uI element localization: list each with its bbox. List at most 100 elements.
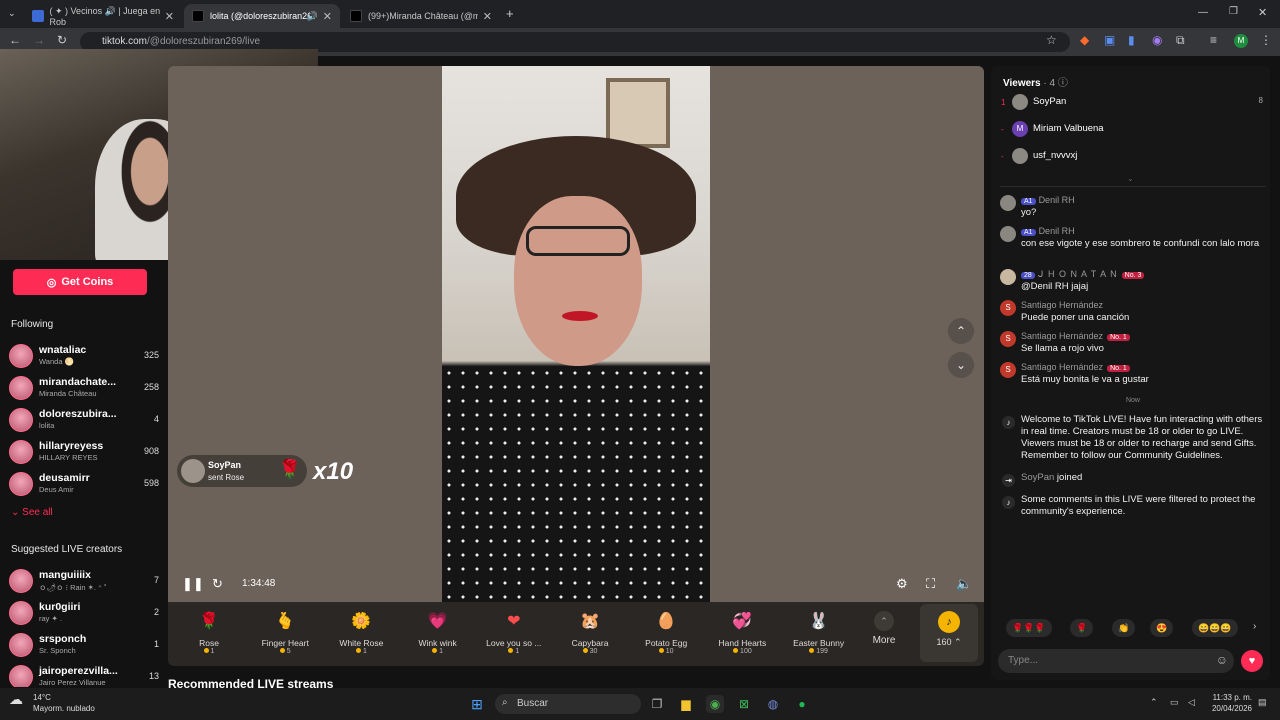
- comment-user[interactable]: ᒍ H O N A T A N: [1038, 269, 1118, 279]
- refresh-icon[interactable]: ↻: [212, 576, 223, 592]
- quick-reaction[interactable]: 😄😄😄: [1192, 619, 1238, 637]
- translate-icon[interactable]: ▣: [1104, 33, 1115, 47]
- following-item[interactable]: mirandachate... Miranda Château 258: [9, 374, 159, 404]
- close-icon[interactable]: ✕: [483, 10, 492, 23]
- comment-user[interactable]: Denil RH: [1039, 226, 1075, 236]
- task-view-icon[interactable]: ❐: [648, 695, 666, 713]
- live-video[interactable]: [442, 66, 710, 602]
- joined-user[interactable]: SoyPan: [1021, 472, 1054, 483]
- quick-reaction[interactable]: 🌹: [1070, 619, 1094, 637]
- coin-balance-button[interactable]: ♪ 160 ⌃: [920, 604, 978, 662]
- profile-avatar[interactable]: M: [1234, 34, 1248, 48]
- following-item[interactable]: doloreszubira... lolita 4: [9, 406, 159, 436]
- suggested-item[interactable]: kur0giiri ray ✦ . 2: [9, 599, 159, 629]
- previous-live-button[interactable]: ⌃: [948, 318, 974, 344]
- following-name: deusamirr: [39, 472, 90, 484]
- quick-reaction[interactable]: 🌹🌹🌹: [1006, 619, 1052, 637]
- bookmark-star-icon[interactable]: ☆: [1046, 33, 1057, 47]
- following-item[interactable]: deusamirr Deus Amir 598: [9, 470, 159, 500]
- menu-kebab-icon[interactable]: ⋮: [1260, 33, 1272, 47]
- see-all-link[interactable]: ⌄ See all: [11, 507, 53, 518]
- gift-item[interactable]: 🌼 White Rose 1: [324, 606, 398, 662]
- expand-viewers-icon[interactable]: ⌄: [1127, 174, 1134, 183]
- viewer-count: 1: [153, 639, 159, 649]
- chevron-right-icon[interactable]: ›: [1253, 621, 1256, 632]
- suggested-item[interactable]: manguiiiix ｏ🌶ｏ ⁝ Rain ✶. ⁺ ˚ 7: [9, 567, 159, 597]
- xbox-icon[interactable]: ⊠: [735, 695, 753, 713]
- viewer-row[interactable]: 1 SoyPan 8: [999, 94, 1267, 116]
- like-button[interactable]: ♥: [1241, 650, 1263, 672]
- settings-icon[interactable]: ⚙: [896, 576, 908, 592]
- following-item[interactable]: hillaryreyess HILLARY REYES 908: [9, 438, 159, 468]
- close-icon[interactable]: ✕: [323, 10, 332, 23]
- restore-icon[interactable]: ❐: [1229, 6, 1238, 17]
- gift-icon: 🫰: [275, 613, 296, 630]
- next-live-button[interactable]: ⌄: [948, 352, 974, 378]
- suggested-item[interactable]: jairoperezvilla... Jairo Perez Villanue …: [9, 663, 159, 687]
- gift-item[interactable]: 🐹 Capybara 30: [553, 606, 627, 662]
- get-coins-button[interactable]: ◎ Get Coins: [13, 269, 147, 295]
- clock-date: 20/04/2026: [1211, 704, 1252, 713]
- gift-item[interactable]: 🐰 Easter Bunny 199: [782, 606, 856, 662]
- clock-time: 11:33 p. m.: [1212, 693, 1252, 702]
- viewer-row[interactable]: - usf_nvvvxj: [999, 148, 1267, 170]
- avatar: [9, 376, 33, 400]
- speaker-icon[interactable]: 🔊: [307, 11, 318, 22]
- polka-dot-shirt: [442, 366, 710, 602]
- pause-icon[interactable]: ❚❚: [182, 576, 204, 592]
- discord-icon[interactable]: ◍: [764, 695, 782, 713]
- extension-icon[interactable]: ▮: [1128, 33, 1135, 47]
- tab-miranda[interactable]: (99+)Miranda Château (@mira ✕: [342, 4, 500, 28]
- taskbar-search[interactable]: ⌕ Buscar: [495, 694, 641, 714]
- suggested-item[interactable]: srsponch Sr. Sponch 1: [9, 631, 159, 661]
- new-tab-button[interactable]: +: [506, 6, 514, 21]
- volume-icon[interactable]: 🔈: [956, 576, 972, 592]
- minimize-icon[interactable]: —: [1198, 7, 1208, 18]
- gift-item[interactable]: 🌹 Rose 1: [172, 606, 246, 662]
- comment-user[interactable]: Denil RH: [1039, 195, 1075, 205]
- info-icon[interactable]: ⓘ: [1058, 78, 1068, 89]
- show-hidden-icons[interactable]: ⌃: [1150, 697, 1158, 708]
- gift-item[interactable]: 💞 Hand Hearts 100: [705, 606, 779, 662]
- comment-text: con ese vigote y ese sombrero te confund…: [1021, 238, 1260, 249]
- notifications-icon[interactable]: ▤: [1258, 697, 1267, 708]
- gift-item[interactable]: 🫰 Finger Heart 5: [248, 606, 322, 662]
- tab-lolita[interactable]: lolita (@doloreszubiran269) 🔊 ✕: [184, 4, 340, 28]
- weather-widget[interactable]: ☁ 14°C Mayorm. nublado: [9, 692, 95, 714]
- media-icon[interactable]: ≡: [1210, 33, 1217, 47]
- window-close-icon[interactable]: ✕: [1258, 6, 1267, 19]
- volume-icon[interactable]: ◁: [1188, 697, 1195, 708]
- following-item[interactable]: wnataliac Wanda 🌕 325: [9, 342, 159, 372]
- quick-reaction[interactable]: 👏: [1112, 619, 1136, 637]
- gift-item[interactable]: ❤ Love you so ... 1: [477, 606, 551, 662]
- tab-search-icon[interactable]: ⌄: [8, 8, 16, 19]
- forward-icon[interactable]: →: [33, 33, 45, 47]
- close-icon[interactable]: ✕: [165, 10, 174, 23]
- network-icon[interactable]: ▭: [1170, 697, 1179, 708]
- chat-comment: 28 ᒍ H O N A T A N No. 3 @Denil RH jajaj: [1000, 269, 1266, 295]
- reload-icon[interactable]: ↻: [57, 33, 67, 47]
- tiktok-icon: ♪: [1002, 416, 1015, 429]
- chrome-icon[interactable]: ◉: [706, 695, 724, 713]
- more-gifts-button[interactable]: ⌃ More: [866, 606, 902, 662]
- gift-item[interactable]: 💗 Wink wink 1: [401, 606, 475, 662]
- tab-vecinos[interactable]: ( ✦ ) Vecinos 🔊 | Juega en Rob ✕: [24, 4, 182, 28]
- chat-input[interactable]: Type... ☺: [998, 649, 1234, 673]
- quick-reaction[interactable]: 😍: [1150, 619, 1174, 637]
- file-explorer-icon[interactable]: ▆: [677, 695, 695, 713]
- fullscreen-icon[interactable]: ⛶: [926, 576, 935, 592]
- comment-user[interactable]: Santiago Hernández: [1021, 331, 1103, 341]
- windows-start-icon[interactable]: ⊞: [468, 695, 486, 713]
- emoji-icon[interactable]: ☺: [1216, 653, 1228, 667]
- gift-item[interactable]: 🥚 Potato Egg 10: [629, 606, 703, 662]
- extensions-puzzle-icon[interactable]: ⧉: [1176, 33, 1185, 48]
- comment-user[interactable]: Santiago Hernández: [1021, 362, 1103, 372]
- taskbar-clock[interactable]: 11:33 p. m. 20/04/2026: [1202, 692, 1252, 714]
- see-all-label: See all: [22, 507, 53, 518]
- extension-icon[interactable]: ◆: [1080, 33, 1089, 47]
- extension-icon[interactable]: ◉: [1152, 33, 1162, 47]
- back-icon[interactable]: ←: [9, 33, 21, 47]
- viewer-row[interactable]: - M Miriam Valbuena: [999, 121, 1267, 143]
- spotify-icon[interactable]: ●: [793, 695, 811, 713]
- comment-user[interactable]: Santiago Hernández: [1021, 300, 1103, 310]
